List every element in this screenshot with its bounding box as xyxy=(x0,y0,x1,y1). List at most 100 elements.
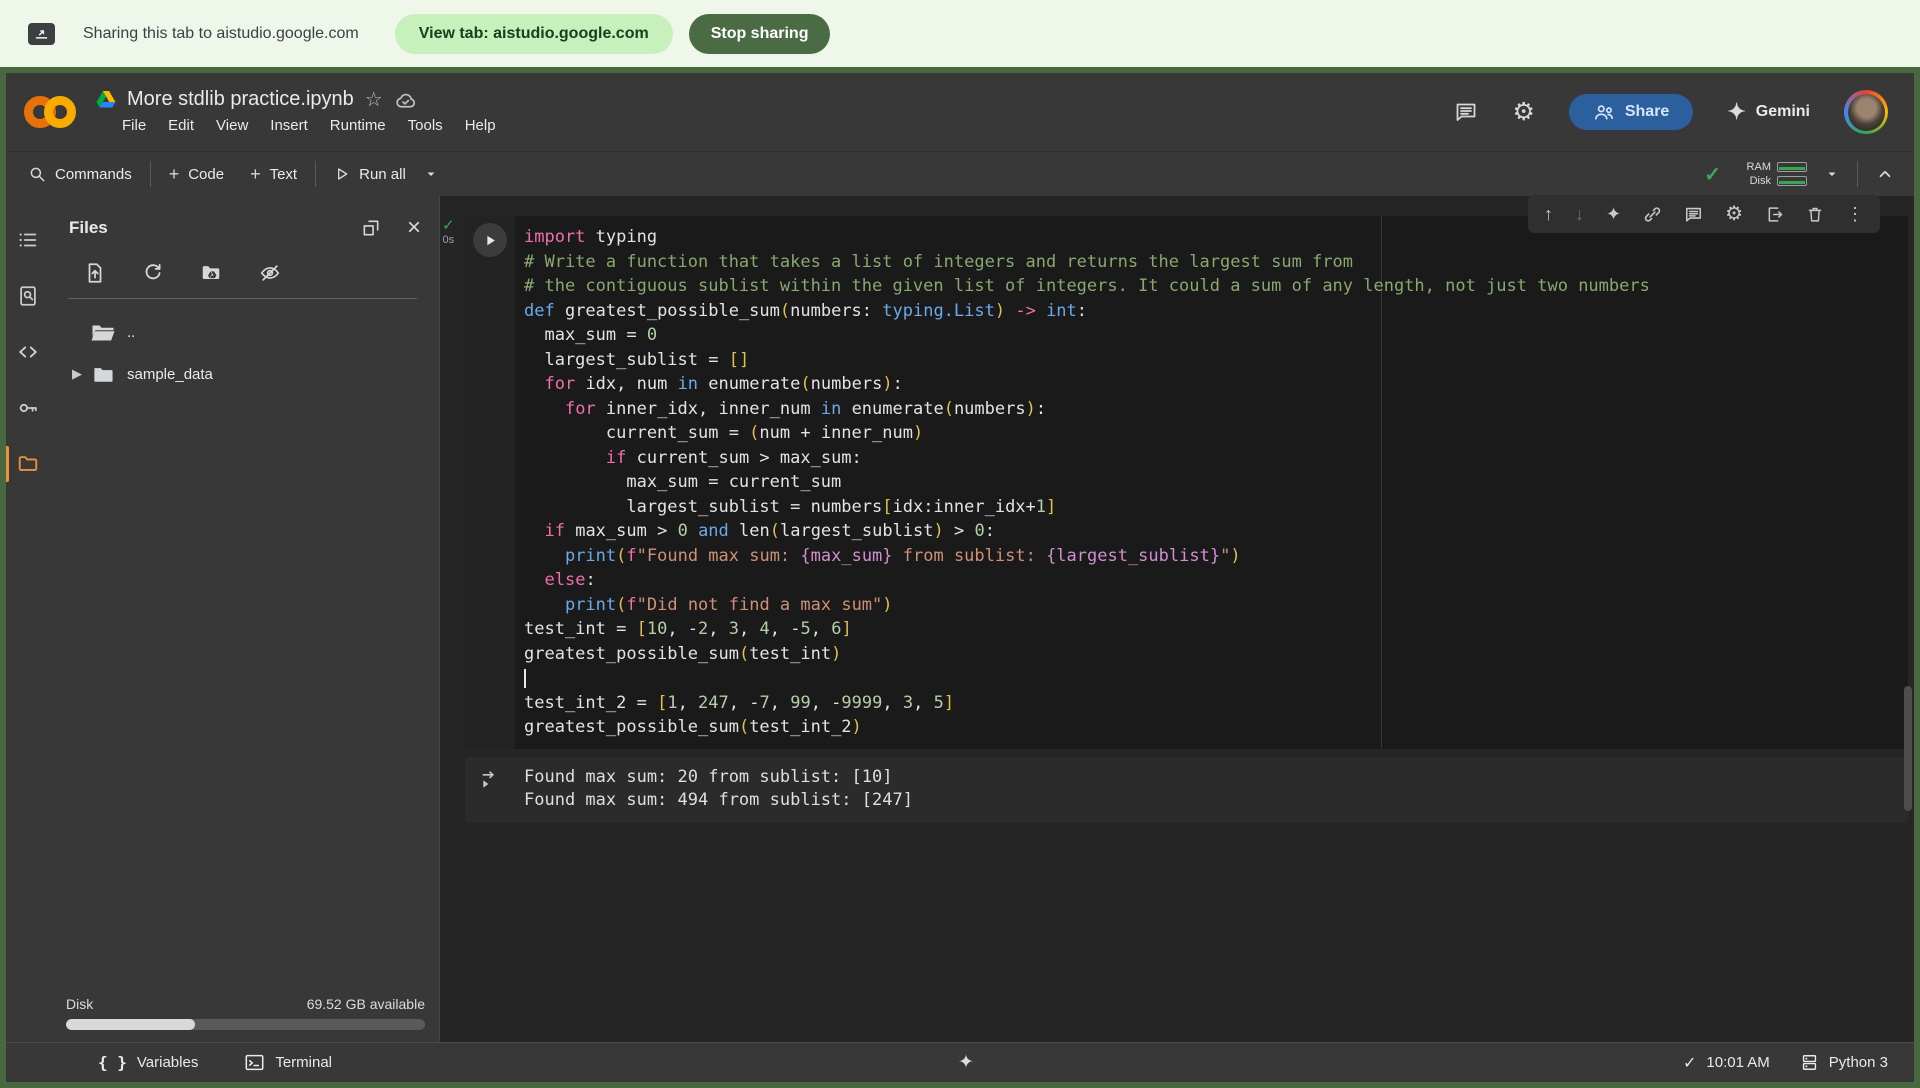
code-line[interactable]: greatest_possible_sum(test_int) xyxy=(524,642,1908,667)
menu-item-insert[interactable]: Insert xyxy=(259,115,319,136)
sidebar-item-table-of-contents[interactable] xyxy=(6,212,50,268)
share-button-label: Share xyxy=(1625,103,1669,121)
code-line[interactable]: else: xyxy=(524,568,1908,593)
settings-gear-icon[interactable]: ⚙ xyxy=(1512,100,1534,125)
add-code-button[interactable]: + Code xyxy=(169,165,224,183)
code-line[interactable] xyxy=(524,666,1908,691)
cell-more-menu-icon[interactable]: ⋮ xyxy=(1846,205,1864,223)
mount-drive-icon[interactable] xyxy=(200,262,222,284)
stop-sharing-button[interactable]: Stop sharing xyxy=(689,14,831,54)
file-tree-item-label: .. xyxy=(127,324,135,341)
comments-icon[interactable] xyxy=(1454,100,1478,124)
share-button[interactable]: Share xyxy=(1569,94,1693,130)
code-line[interactable]: print(f"Found max sum: {max_sum} from su… xyxy=(524,544,1908,569)
commands-button[interactable]: Commands xyxy=(28,165,132,183)
code-line[interactable]: # Write a function that takes a list of … xyxy=(524,250,1908,275)
sidebar-item-code-snippets[interactable] xyxy=(6,324,50,380)
code-line[interactable]: test_int = [10, -2, 3, 4, -5, 6] xyxy=(524,617,1908,642)
code-line[interactable]: test_int_2 = [1, 247, -7, 99, -9999, 3, … xyxy=(524,691,1908,716)
code-line[interactable]: max_sum = 0 xyxy=(524,323,1908,348)
cloud-saved-icon[interactable] xyxy=(394,90,417,110)
menu-bar: FileEditViewInsertRuntimeToolsHelp xyxy=(122,115,507,136)
title-block: More stdlib practice.ipynb ☆ FileEditVie… xyxy=(96,88,507,136)
cell-settings-gear-icon[interactable]: ⚙ xyxy=(1725,204,1743,224)
commands-label: Commands xyxy=(55,166,132,183)
open-panel-in-tab-icon[interactable] xyxy=(361,218,381,238)
sidebar-item-find[interactable] xyxy=(6,268,50,324)
output-indicator-icon[interactable] xyxy=(480,769,500,812)
move-cell-up-icon[interactable]: ↑ xyxy=(1544,205,1553,223)
delete-cell-icon[interactable] xyxy=(1806,205,1824,224)
code-line[interactable]: current_sum = (num + inner_num) xyxy=(524,421,1908,446)
toolbar-separator xyxy=(150,161,151,187)
code-line[interactable]: largest_sublist = numbers[idx:inner_idx+… xyxy=(524,495,1908,520)
code-line[interactable]: # the contiguous sublist within the give… xyxy=(524,274,1908,299)
run-all-label: Run all xyxy=(359,166,406,183)
variables-button[interactable]: { } Variables xyxy=(98,1053,198,1072)
add-text-button[interactable]: + Text xyxy=(250,165,297,183)
disk-gauge xyxy=(1777,176,1807,186)
colab-logo-icon[interactable] xyxy=(24,94,80,130)
code-line[interactable]: if current_sum > max_sum: xyxy=(524,446,1908,471)
code-line[interactable]: def greatest_possible_sum(numbers: typin… xyxy=(524,299,1908,324)
ram-label: RAM xyxy=(1743,161,1771,173)
disk-available-value: 69.52 GB available xyxy=(307,996,425,1012)
sidebar-item-secrets[interactable] xyxy=(6,380,50,436)
run-all-button[interactable]: Run all xyxy=(334,166,406,183)
hidden-files-icon[interactable] xyxy=(258,262,282,284)
resource-gauges[interactable]: RAM Disk xyxy=(1743,161,1807,187)
code-line[interactable]: largest_sublist = [] xyxy=(524,348,1908,373)
copy-link-to-cell-icon[interactable] xyxy=(1643,205,1662,224)
code-editor[interactable]: import typing# Write a function that tak… xyxy=(515,216,1908,749)
open-in-tab-icon[interactable] xyxy=(1765,205,1784,224)
toolbar-separator xyxy=(1857,161,1858,187)
expand-chevron-icon[interactable]: ▶ xyxy=(64,366,90,382)
run-cell-button[interactable] xyxy=(473,223,507,257)
menu-item-runtime[interactable]: Runtime xyxy=(319,115,397,136)
code-cell: ✓ 0s ↑ ↓ ✦ xyxy=(465,216,1908,823)
resources-caret-icon[interactable] xyxy=(1825,167,1839,181)
refresh-icon[interactable] xyxy=(142,262,164,284)
view-tab-button[interactable]: View tab: aistudio.google.com xyxy=(395,14,673,54)
kernel-label: Python 3 xyxy=(1829,1054,1888,1071)
menu-item-tools[interactable]: Tools xyxy=(397,115,454,136)
menu-item-help[interactable]: Help xyxy=(454,115,507,136)
menu-item-edit[interactable]: Edit xyxy=(157,115,205,136)
screen-share-icon xyxy=(28,23,55,45)
collapse-toolbar-icon[interactable] xyxy=(1876,165,1894,183)
code-line[interactable]: for idx, num in enumerate(numbers): xyxy=(524,372,1908,397)
star-icon[interactable]: ☆ xyxy=(365,90,383,110)
code-line[interactable]: if max_sum > 0 and len(largest_sublist) … xyxy=(524,519,1908,544)
menu-item-file[interactable]: File xyxy=(122,115,157,136)
terminal-icon xyxy=(244,1053,265,1072)
add-comment-icon[interactable] xyxy=(1684,205,1703,224)
disk-label: Disk xyxy=(1743,175,1771,187)
move-cell-down-icon[interactable]: ↓ xyxy=(1575,205,1584,223)
kernel-selector[interactable]: Python 3 xyxy=(1800,1053,1888,1072)
notebook-toolbar: Commands + Code + Text Run all ✓ RAM xyxy=(6,151,1914,196)
avatar[interactable] xyxy=(1844,90,1888,134)
close-panel-icon[interactable]: × xyxy=(407,216,421,240)
gemini-statusbar-spark-icon[interactable]: ✦ xyxy=(958,1051,974,1074)
menu-item-view[interactable]: View xyxy=(205,115,259,136)
sidebar-item-files[interactable] xyxy=(6,436,50,492)
run-all-caret-icon[interactable] xyxy=(424,167,438,181)
file-tree-item-folder[interactable]: ▶ sample_data xyxy=(50,353,439,395)
notebook-area: ✓ 0s ↑ ↓ ✦ xyxy=(440,196,1914,1042)
add-text-label: Text xyxy=(270,166,298,183)
gemini-cell-spark-icon[interactable]: ✦ xyxy=(1606,205,1621,223)
code-line[interactable]: max_sum = current_sum xyxy=(524,470,1908,495)
file-tree-item-parent[interactable]: .. xyxy=(50,311,439,353)
code-line[interactable]: greatest_possible_sum(test_int_2) xyxy=(524,715,1908,740)
key-icon xyxy=(17,397,39,419)
notebook-title[interactable]: More stdlib practice.ipynb xyxy=(127,88,354,111)
search-icon xyxy=(28,165,46,183)
code-line[interactable]: print(f"Did not find a max sum") xyxy=(524,593,1908,618)
terminal-button[interactable]: Terminal xyxy=(244,1053,332,1072)
file-tree: .. ▶ sample_data xyxy=(50,299,439,407)
cell-output: Found max sum: 20 from sublist: [10]Foun… xyxy=(465,757,1908,823)
gemini-button[interactable]: ✦ Gemini xyxy=(1727,101,1810,123)
code-line[interactable]: for inner_idx, inner_num in enumerate(nu… xyxy=(524,397,1908,422)
files-panel-title: Files xyxy=(69,218,108,238)
upload-file-icon[interactable] xyxy=(84,262,106,284)
